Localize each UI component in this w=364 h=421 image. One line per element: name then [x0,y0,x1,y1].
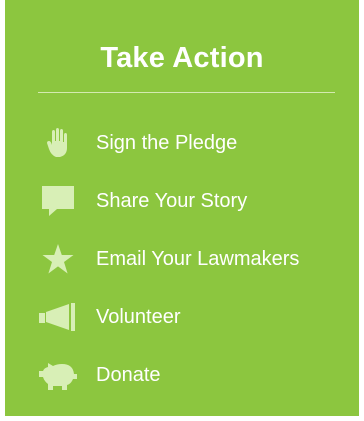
menu-item-email-your-lawmakers[interactable]: Email Your Lawmakers [5,230,359,288]
piggy-bank-icon [38,355,78,395]
menu-item-label: Sign the Pledge [96,132,238,154]
star-icon [38,239,78,279]
take-action-panel: Take Action Sign the Pledge Share Your S… [5,0,359,416]
speech-bubble-icon [38,181,78,221]
menu-item-label: Email Your Lawmakers [96,248,300,270]
menu-item-volunteer[interactable]: Volunteer [5,288,359,346]
megaphone-icon [38,297,78,337]
menu-item-donate[interactable]: Donate [5,346,359,404]
panel-title: Take Action [100,42,264,74]
menu-item-share-your-story[interactable]: Share Your Story [5,172,359,230]
menu-item-sign-the-pledge[interactable]: Sign the Pledge [5,114,359,172]
menu-item-label: Donate [96,364,161,386]
menu-item-label: Volunteer [96,306,181,328]
menu-item-label: Share Your Story [96,190,248,212]
title-divider [38,92,335,93]
action-menu: Sign the Pledge Share Your Story Email Y… [5,114,359,404]
hand-icon [38,123,78,163]
